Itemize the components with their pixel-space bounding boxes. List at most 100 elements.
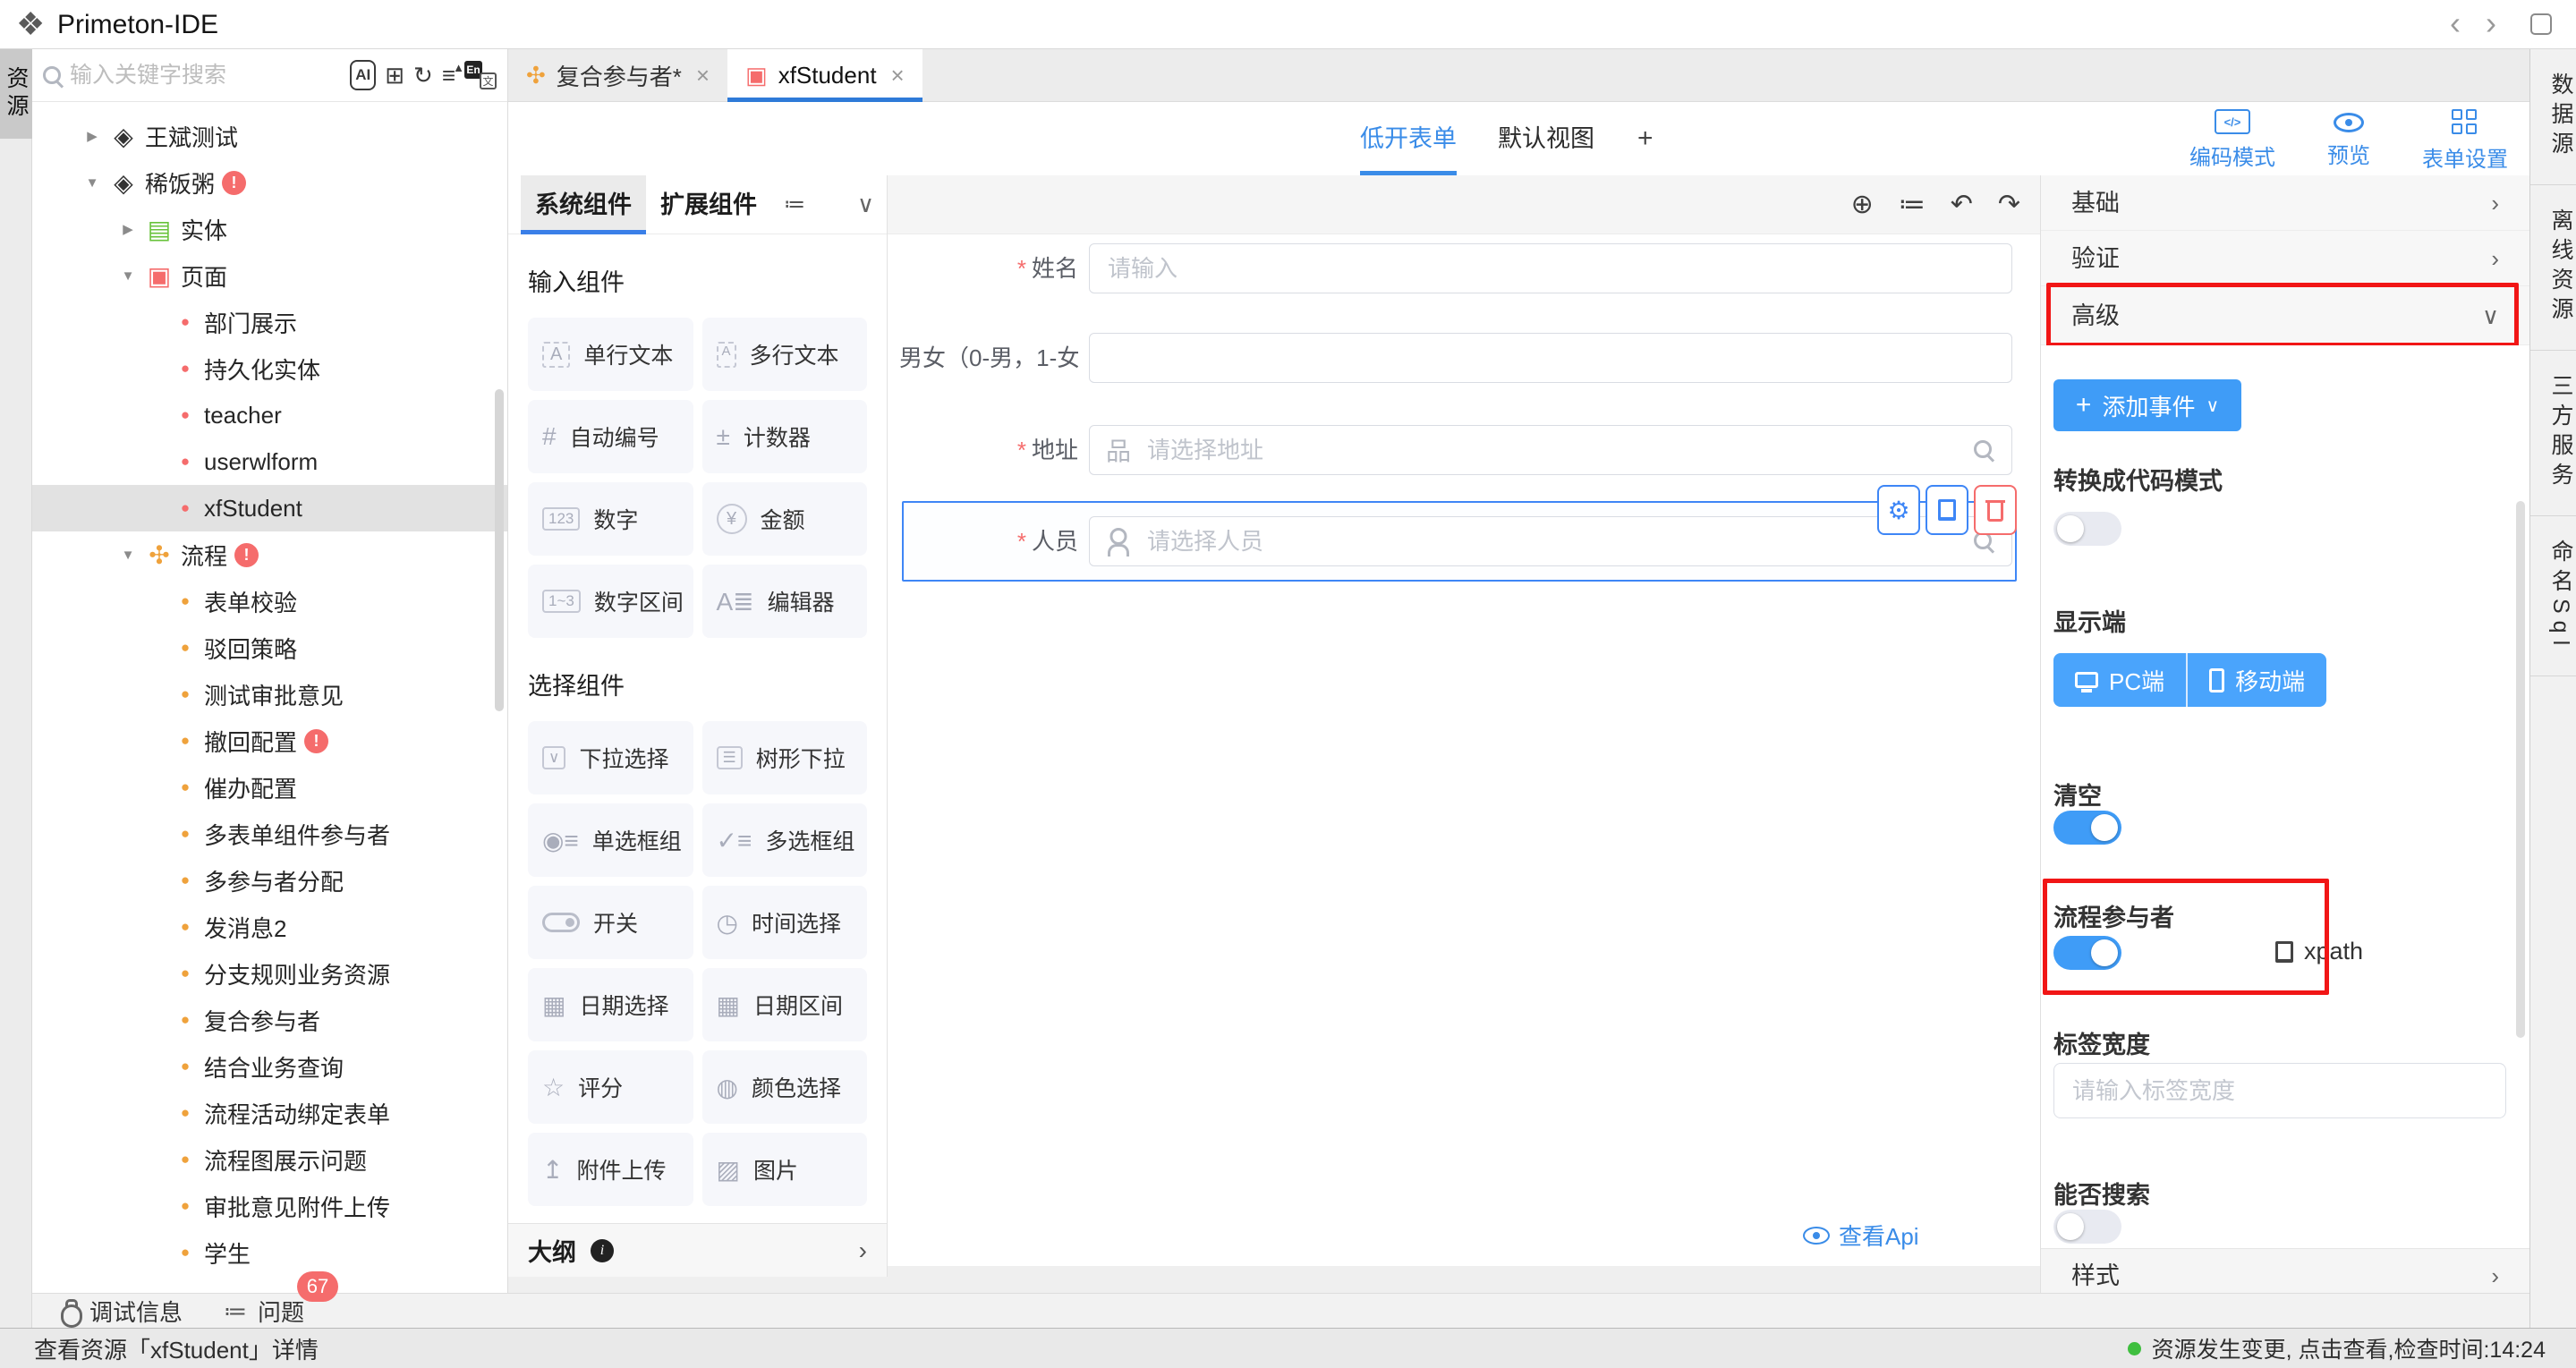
outline-tree-icon[interactable]: ≔	[1899, 189, 1926, 220]
label-width-input[interactable]	[2054, 1064, 2505, 1117]
xpath-row[interactable]: xpath	[2275, 938, 2363, 965]
palette-component[interactable]: ☆ 评分	[528, 1050, 693, 1124]
palette-component[interactable]: ✓≡ 多选框组	[702, 803, 868, 877]
tree-item[interactable]: ● 驳回策略 !	[32, 625, 507, 671]
add-event-button[interactable]: + 添加事件 ∨	[2053, 379, 2241, 431]
palette-component[interactable]: ∨ 下拉选择	[528, 721, 693, 794]
name-input[interactable]	[1090, 244, 2011, 293]
nav-forward-icon[interactable]: ›	[2486, 0, 2496, 46]
chevron-right-icon[interactable]: ›	[859, 1236, 867, 1265]
field-settings-button[interactable]: ⚙	[1877, 485, 1920, 535]
new-resource-icon[interactable]: ⊞	[385, 64, 404, 87]
view-api-link[interactable]: 查看Api	[1803, 1219, 1919, 1252]
address-search-icon[interactable]	[1974, 440, 1992, 458]
flow-participant-toggle[interactable]	[2053, 936, 2121, 970]
palette-component[interactable]: ◷ 时间选择	[702, 886, 868, 959]
tree-item[interactable]: ● 发消息2 !	[32, 904, 507, 950]
palette-component[interactable]: ± 计数器	[702, 400, 868, 473]
accordion-basic[interactable]: 基础 ›	[2041, 175, 2529, 231]
field-input-person[interactable]	[1089, 516, 2012, 566]
tree-item[interactable]: ● 学生 !	[32, 1229, 507, 1276]
expand-arrow-icon[interactable]	[79, 173, 106, 192]
translate-icon[interactable]: En 文	[464, 61, 497, 89]
tree-item[interactable]: ● 审批意见附件上传 !	[32, 1183, 507, 1229]
tree-item[interactable]: ● teacher !	[32, 392, 507, 438]
palette-component[interactable]: A 多行文本	[702, 318, 868, 391]
tree-item[interactable]: ● 多表单组件参与者 !	[32, 811, 507, 857]
nav-back-icon[interactable]: ‹	[2450, 0, 2461, 46]
tree-item[interactable]: ● 部门展示 !	[32, 299, 507, 345]
tree-item[interactable]: ● xfStudent !	[32, 485, 507, 531]
palette-component[interactable]: ↥ 附件上传	[528, 1133, 693, 1206]
person-input[interactable]	[1090, 517, 2011, 565]
tree-item[interactable]: ● 催办配置 !	[32, 764, 507, 811]
field-copy-button[interactable]	[1926, 485, 1968, 535]
label-width-field[interactable]	[2053, 1063, 2506, 1118]
inspector-scrollbar[interactable]	[2516, 501, 2525, 1038]
tree-item[interactable]: ▣ 页面 !	[32, 252, 507, 299]
palette-component[interactable]: ◉≡ 单选框组	[528, 803, 693, 877]
palette-component[interactable]: ☰ 树形下拉	[702, 721, 868, 794]
search-input[interactable]	[70, 63, 341, 89]
expand-arrow-icon[interactable]	[115, 266, 141, 285]
address-input[interactable]	[1090, 426, 2011, 474]
tab-extended-components[interactable]: 扩展组件	[646, 175, 771, 234]
field-input-gender[interactable]	[1089, 333, 2012, 383]
window-restore-icon[interactable]	[2530, 13, 2552, 35]
chevron-down-icon[interactable]: ∨	[857, 191, 874, 218]
form-settings-button[interactable]: 表单设置	[2422, 109, 2508, 173]
doc-tab-xfstudent[interactable]: ▣ xfStudent ×	[727, 49, 922, 102]
field-input-address[interactable]: 品	[1089, 425, 2012, 475]
add-view-button[interactable]: +	[1637, 102, 1654, 175]
tree-item[interactable]: ● 分支规则业务资源 !	[32, 950, 507, 997]
tab-default-view[interactable]: 默认视图	[1498, 102, 1594, 175]
expand-arrow-icon[interactable]	[115, 219, 141, 239]
tree-item[interactable]: ● 流程活动绑定表单 !	[32, 1090, 507, 1136]
i18n-globe-icon[interactable]: ⊕	[1851, 189, 1874, 220]
palette-component[interactable]: A≣ 编辑器	[702, 565, 868, 638]
palette-sort-icon[interactable]: ≔	[784, 191, 805, 217]
tree-item[interactable]: ● 流程图展示问题 !	[32, 1136, 507, 1183]
rail-tab[interactable]: 离线资源	[2530, 185, 2576, 351]
tab-system-components[interactable]: 系统组件	[521, 175, 646, 234]
pc-side-button[interactable]: PC端	[2053, 653, 2186, 707]
searchable-toggle[interactable]	[2053, 1210, 2121, 1244]
tree-item[interactable]: ▤ 实体 !	[32, 206, 507, 252]
palette-component[interactable]: 1~3 数字区间	[528, 565, 693, 638]
preview-button[interactable]: 预览	[2327, 109, 2370, 173]
rail-tab[interactable]: 数据源	[2530, 49, 2576, 185]
to-code-mode-toggle[interactable]	[2053, 512, 2121, 546]
ai-icon[interactable]: AI	[350, 60, 376, 90]
palette-component[interactable]: ▨ 图片	[702, 1133, 868, 1206]
tree-item[interactable]: ● 复合参与者 !	[32, 997, 507, 1043]
outline-bar[interactable]: 大纲 i ›	[508, 1223, 887, 1277]
expand-arrow-icon[interactable]	[115, 545, 141, 565]
rail-tab[interactable]: 三方服务	[2530, 351, 2576, 516]
palette-component[interactable]: 开关	[528, 886, 693, 959]
status-right[interactable]: 资源发生变更, 点击查看,检查时间:14:24	[2128, 1332, 2576, 1364]
gender-input[interactable]	[1090, 334, 2011, 382]
rail-tab[interactable]: 命名Sql	[2530, 516, 2576, 676]
field-input-name[interactable]	[1089, 243, 2012, 293]
field-delete-button[interactable]	[1974, 485, 2017, 535]
palette-component[interactable]: A 单行文本	[528, 318, 693, 391]
collapse-all-icon[interactable]: ≡▲	[442, 64, 455, 87]
tree-item[interactable]: ◈ 王斌测试 !	[32, 113, 507, 159]
expand-arrow-icon[interactable]	[79, 126, 106, 146]
refresh-icon[interactable]: ↻	[413, 64, 433, 87]
palette-component[interactable]: 123 数字	[528, 482, 693, 556]
problems-button[interactable]: ≔ 问题 67	[224, 1295, 304, 1328]
palette-component[interactable]: ◍ 颜色选择	[702, 1050, 868, 1124]
tree-item[interactable]: ● 结合业务查询 !	[32, 1043, 507, 1090]
redo-icon[interactable]: ↷	[1998, 189, 2020, 220]
tree-item[interactable]: ✣ 流程 !	[32, 531, 507, 578]
debug-info-button[interactable]: 调试信息	[59, 1295, 183, 1328]
accordion-advanced[interactable]: 高级 ∨	[2041, 286, 2529, 345]
close-icon[interactable]: ×	[696, 62, 710, 89]
palette-component[interactable]: ▦ 日期区间	[702, 968, 868, 1041]
palette-component[interactable]: ¥ 金额	[702, 482, 868, 556]
tab-low-code-form[interactable]: 低开表单	[1360, 102, 1457, 175]
tree-item[interactable]: ● 表单校验 !	[32, 578, 507, 625]
palette-component[interactable]: # 自动编号	[528, 400, 693, 473]
tree-item[interactable]: ● userwlform !	[32, 438, 507, 485]
